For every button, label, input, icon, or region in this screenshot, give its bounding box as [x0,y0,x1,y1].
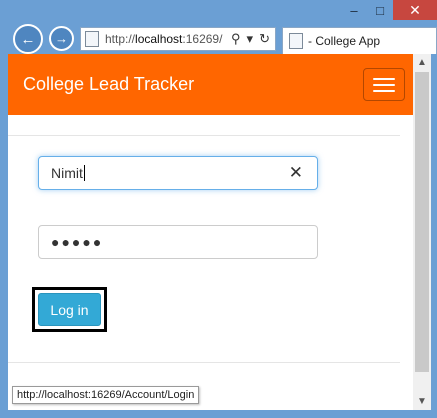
login-button[interactable]: Log in [38,293,101,326]
page-viewport: College Lead Tracker Nimit ✕ ●●●●● Log i… [8,54,413,410]
close-button[interactable]: ✕ [393,0,437,20]
minimize-button[interactable]: – [341,0,367,20]
refresh-icon[interactable]: ↻ [259,31,270,47]
address-bar[interactable]: http://localhost:16269/ ⚲ ▾ ↻ [80,27,276,51]
divider [8,135,400,136]
tab-page-icon [289,33,303,49]
divider-bottom [8,362,400,363]
address-url[interactable]: http://localhost:16269/ [105,32,225,46]
brand-link[interactable]: College Lead Tracker [23,74,194,95]
chevron-up-icon[interactable]: ▲ [413,54,431,71]
status-bar-url: http://localhost:16269/Account/Login [12,386,200,404]
password-value: ●●●●● [51,234,104,250]
username-input[interactable]: Nimit ✕ [38,156,318,190]
username-value: Nimit [51,165,83,181]
tab-title: - College App [308,34,381,48]
hamburger-icon [373,77,395,80]
menu-toggle-button[interactable] [363,68,405,101]
login-button-focus-ring: Log in [32,287,107,332]
text-caret [83,165,85,181]
search-icon[interactable]: ⚲ [231,31,241,47]
tab-college-app[interactable]: - College App [282,27,437,54]
forward-button[interactable]: → [49,26,74,51]
clear-icon[interactable]: ✕ [289,163,303,183]
scrollbar-thumb[interactable] [415,72,429,372]
password-input[interactable]: ●●●●● [38,225,318,259]
chevron-down-icon[interactable]: ▼ [413,393,431,410]
vertical-scrollbar[interactable]: ▲ ▼ [413,54,431,410]
browser-chrome: – □ ✕ ← → http://localhost:16269/ ⚲ ▾ ↻ … [0,0,437,54]
dropdown-arrow-icon[interactable]: ▾ [247,31,254,47]
window-controls: – □ ✕ [341,0,437,22]
app-navbar: College Lead Tracker [8,54,413,115]
maximize-button[interactable]: □ [367,0,393,20]
arrow-right-icon: → [55,31,68,46]
page-icon [85,31,99,47]
arrow-left-icon: ← [20,30,36,48]
back-button[interactable]: ← [13,24,43,54]
